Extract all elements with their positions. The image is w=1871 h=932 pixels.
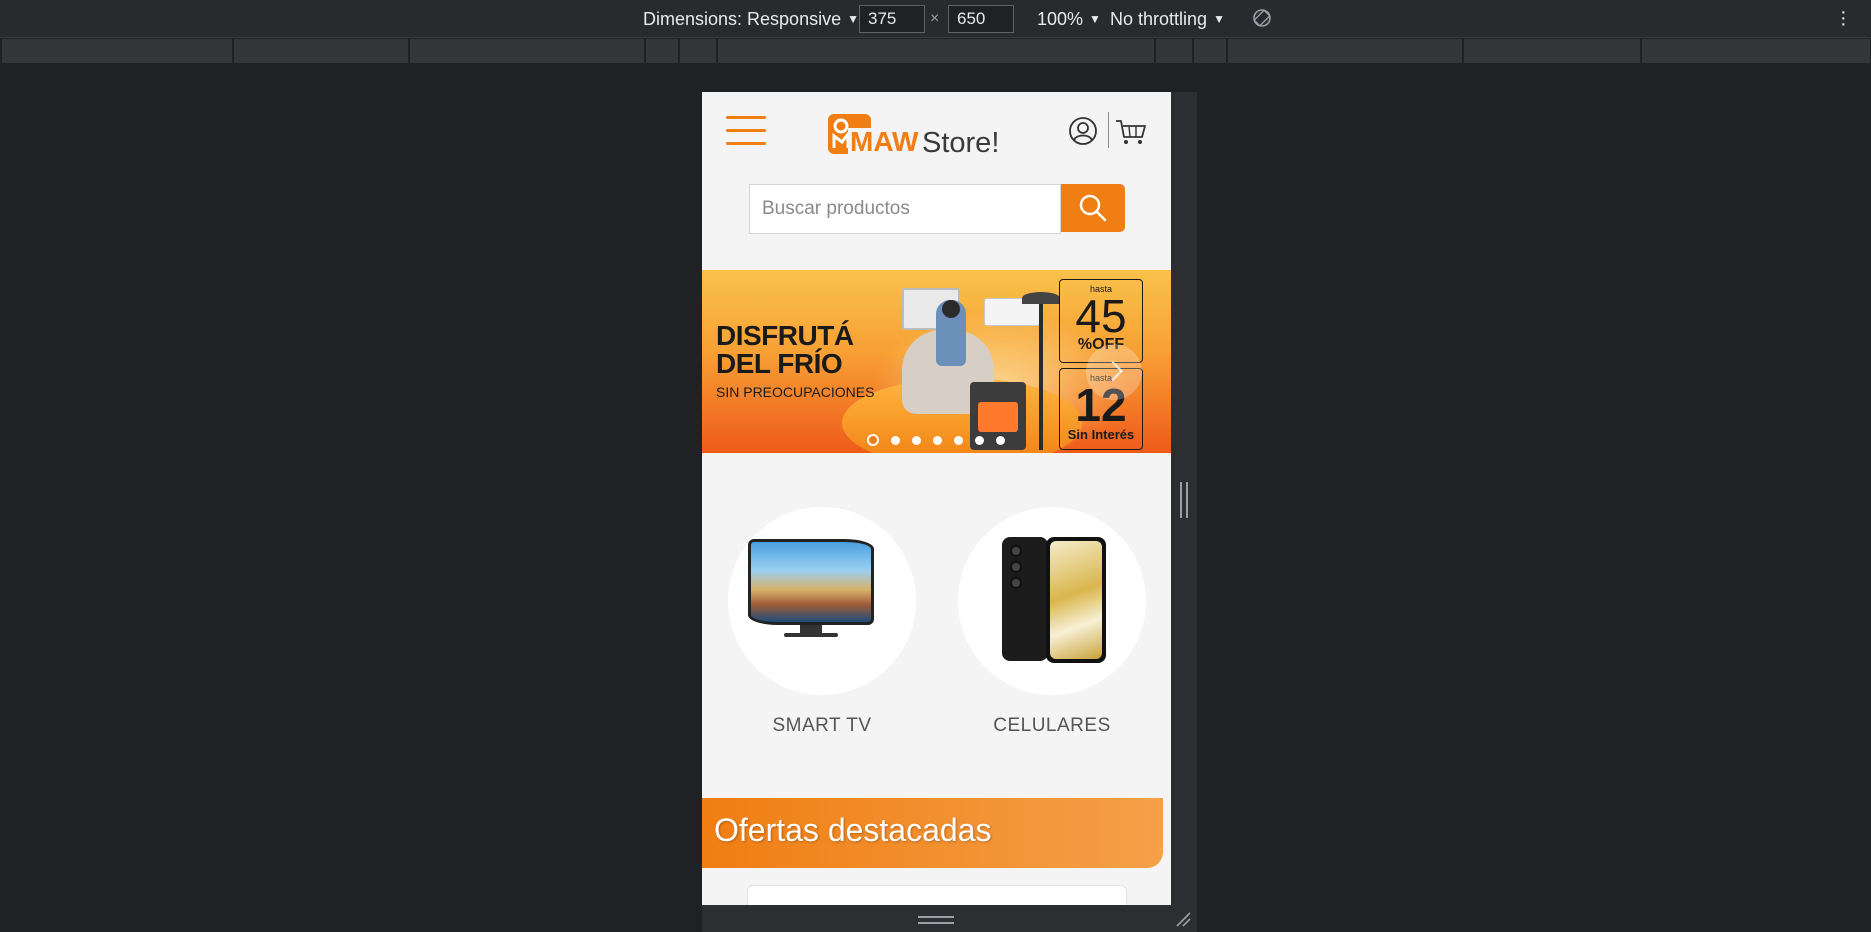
- media-query-segment[interactable]: [234, 39, 410, 63]
- device-viewport: MAW Store! DISFRUT: [702, 92, 1171, 905]
- media-query-segment[interactable]: [1642, 39, 1870, 63]
- times-separator: ×: [930, 10, 940, 27]
- category-image-circle: [728, 507, 916, 695]
- category-label: SMART TV: [772, 715, 872, 736]
- media-query-segment[interactable]: [1464, 39, 1642, 63]
- zoom-label: 100%: [1037, 9, 1084, 29]
- section-title: Ofertas destacadas: [714, 812, 992, 848]
- media-query-bar: [2, 39, 1870, 63]
- resize-handle-bottom[interactable]: [702, 905, 1197, 932]
- user-account-icon[interactable]: [1068, 116, 1098, 146]
- more-options-icon[interactable]: · · ·: [1840, 2, 1847, 34]
- banner-headline-line-2: DEL FRÍO: [716, 348, 843, 379]
- banner-subline: SIN PREOCUPACIONES: [716, 384, 875, 400]
- carousel-dots: [867, 432, 1017, 446]
- throttling-label: No throttling: [1110, 9, 1208, 29]
- media-query-segment[interactable]: [718, 39, 1156, 63]
- promo-discount-value: 45: [1075, 290, 1127, 342]
- media-query-segment[interactable]: [680, 39, 718, 63]
- shopping-cart-icon[interactable]: [1114, 118, 1148, 146]
- width-input[interactable]: [859, 5, 925, 33]
- logo-text-store: Store!: [922, 127, 1000, 159]
- patio-heater-top: [1022, 292, 1060, 304]
- search-input[interactable]: [749, 184, 1061, 234]
- devtools-device-toolbar: Dimensions: Responsive ▼ × 100% ▼ No throt…: [0, 0, 1871, 38]
- banner-headline-line-1: DISFRUTÁ: [716, 320, 854, 351]
- carousel-dot[interactable]: [954, 436, 963, 445]
- media-query-segment[interactable]: [1228, 39, 1464, 63]
- carousel-dot[interactable]: [996, 436, 1005, 445]
- site-logo[interactable]: MAW Store!: [828, 114, 1008, 158]
- media-query-segment[interactable]: [2, 39, 234, 63]
- menu-icon[interactable]: [726, 116, 766, 148]
- product-card[interactable]: [747, 885, 1127, 905]
- carousel-dot[interactable]: [867, 434, 879, 446]
- media-query-segment[interactable]: [1194, 39, 1228, 63]
- search-button[interactable]: [1061, 184, 1125, 232]
- resize-corner-icon[interactable]: [1175, 911, 1191, 927]
- header-divider: [1108, 112, 1109, 148]
- logo-text-maw: MAW: [848, 126, 921, 157]
- caret-down-icon: ▼: [1213, 12, 1225, 26]
- dimensions-dropdown[interactable]: Dimensions: Responsive ▼: [643, 9, 859, 30]
- category-image-circle: [958, 507, 1146, 695]
- caret-down-icon: ▼: [847, 12, 859, 26]
- height-input[interactable]: [948, 5, 1014, 33]
- person-head-image: [942, 300, 960, 318]
- resize-handle-right[interactable]: [1171, 92, 1197, 932]
- smart-tv-image: [748, 539, 874, 639]
- zoom-dropdown[interactable]: 100% ▼: [1037, 9, 1101, 30]
- carousel-next-button[interactable]: [1086, 344, 1142, 400]
- promo-installments-tag: Sin Interés: [1067, 427, 1135, 442]
- carousel-dot[interactable]: [933, 436, 942, 445]
- media-query-segment[interactable]: [646, 39, 680, 63]
- promo-carousel[interactable]: DISFRUTÁ DEL FRÍO SIN PREOCUPACIONES has…: [702, 270, 1171, 453]
- throttling-dropdown[interactable]: No throttling ▼: [1110, 9, 1225, 30]
- media-query-segment[interactable]: [410, 39, 646, 63]
- rotate-icon[interactable]: [1252, 8, 1272, 28]
- banner-headline: DISFRUTÁ DEL FRÍO: [716, 322, 854, 378]
- carousel-dot[interactable]: [891, 436, 900, 445]
- carousel-dot[interactable]: [912, 436, 921, 445]
- caret-down-icon: ▼: [1089, 12, 1101, 26]
- patio-heater-image: [1039, 300, 1043, 450]
- search-icon: [1079, 194, 1107, 222]
- category-celulares[interactable]: CELULARES: [957, 507, 1147, 737]
- category-label: CELULARES: [993, 715, 1111, 736]
- category-smart-tv[interactable]: SMART TV: [727, 507, 917, 737]
- carousel-dot[interactable]: [975, 436, 984, 445]
- smartphone-image: [1002, 537, 1106, 663]
- search-bar: [749, 184, 1125, 234]
- media-query-segment[interactable]: [1156, 39, 1194, 63]
- dimensions-label: Dimensions: Responsive: [643, 9, 842, 29]
- featured-offers-header: Ofertas destacadas: [702, 798, 1163, 868]
